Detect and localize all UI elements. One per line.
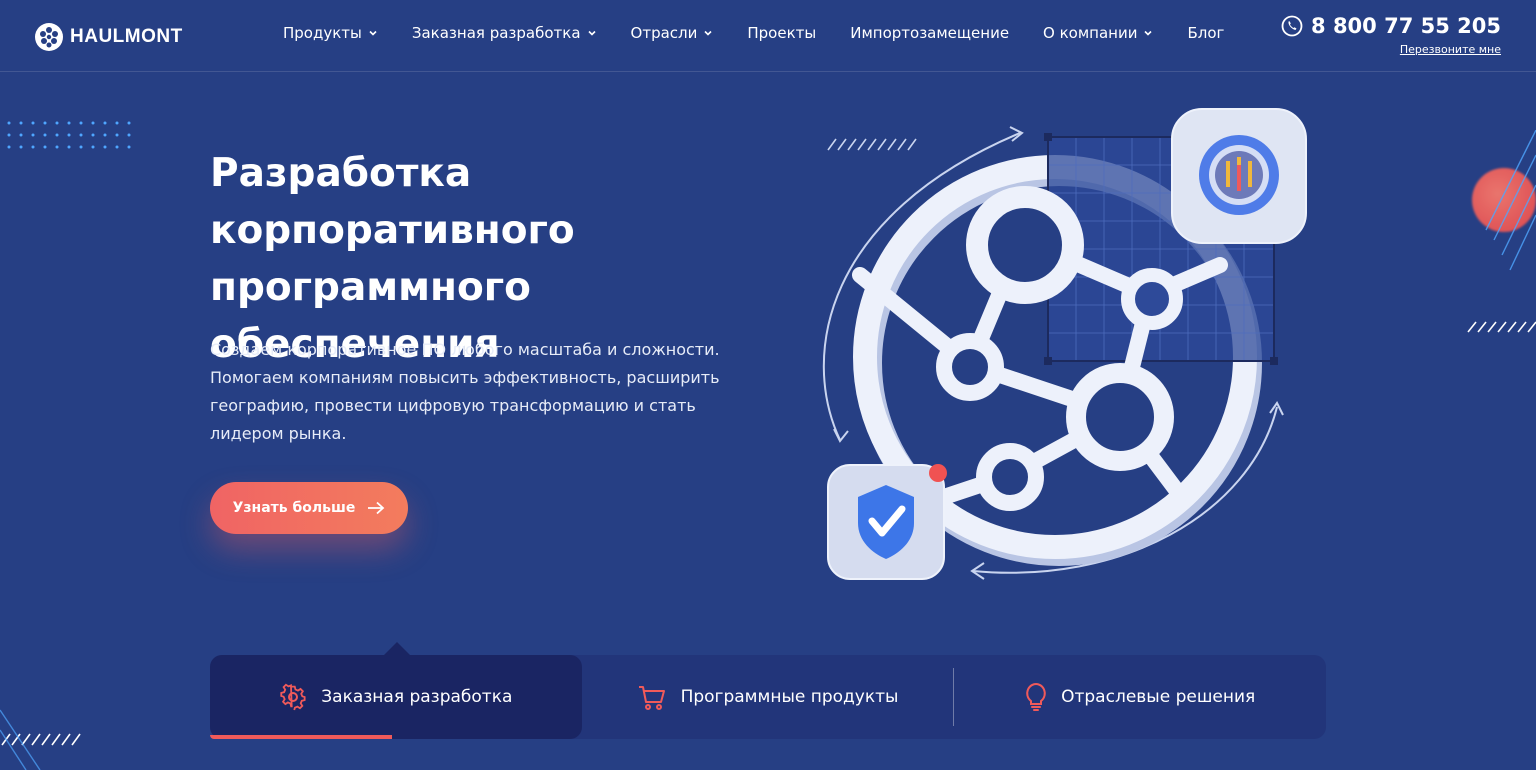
nav-item-custom-development[interactable]: Заказная разработка bbox=[412, 24, 597, 42]
nav-label: О компании bbox=[1043, 24, 1138, 42]
nav-label: Импортозамещение bbox=[850, 24, 1010, 42]
nav-item-projects[interactable]: Проекты bbox=[747, 24, 816, 42]
hero-title-line: Разработка bbox=[210, 151, 472, 196]
site-header: HAULMONT Продукты Заказная разработка От… bbox=[0, 0, 1536, 72]
hero-desc-line: Помогаем компаниям повысить эффективност… bbox=[210, 368, 720, 387]
tab-pointer bbox=[384, 642, 410, 655]
phone-link[interactable]: 8 800 77 55 205 bbox=[1281, 14, 1501, 38]
nav-item-industries[interactable]: Отрасли bbox=[631, 24, 714, 42]
tab-software-products[interactable]: Программные продукты bbox=[582, 655, 954, 739]
hero-description: Создаем корпоративное ПО любого масштаба… bbox=[210, 336, 750, 448]
hero-illustration bbox=[822, 108, 1307, 580]
phone-icon bbox=[1281, 15, 1303, 37]
hero-title-line: корпоративного bbox=[210, 208, 575, 253]
nav-item-blog[interactable]: Блог bbox=[1187, 24, 1224, 42]
chevron-down-icon bbox=[369, 30, 377, 36]
hero-desc-line: Создаем корпоративное ПО любого масштаба… bbox=[210, 340, 720, 359]
tab-custom-development[interactable]: Заказная разработка bbox=[210, 655, 582, 739]
tab-label: Отраслевые решения bbox=[1061, 687, 1256, 707]
nav-label: Отрасли bbox=[630, 24, 698, 42]
cart-icon bbox=[638, 686, 665, 710]
logo-icon bbox=[35, 23, 63, 51]
callback-link[interactable]: Перезвоните мне bbox=[1400, 43, 1501, 56]
nav-label: Блог bbox=[1187, 24, 1225, 42]
nav-label: Заказная разработка bbox=[411, 24, 581, 42]
chevron-down-icon bbox=[587, 30, 596, 36]
nav-item-import-substitution[interactable]: Импортозамещение bbox=[850, 24, 1009, 42]
stripes-decoration bbox=[0, 709, 81, 770]
nav-item-products[interactable]: Продукты bbox=[283, 24, 378, 42]
hero-desc-line: лидером рынка. bbox=[210, 424, 347, 443]
arrow-right-icon bbox=[368, 501, 385, 515]
nav-label: Проекты bbox=[747, 24, 817, 42]
logo[interactable]: HAULMONT bbox=[34, 22, 183, 52]
main-nav: Продукты Заказная разработка Отрасли Про… bbox=[283, 24, 1258, 42]
hero-desc-line: географию, провести цифровую трансформац… bbox=[210, 396, 696, 415]
logo-text: HAULMONT bbox=[70, 26, 183, 47]
nav-label: Продукты bbox=[283, 24, 362, 42]
phone-number: 8 800 77 55 205 bbox=[1311, 14, 1501, 38]
tab-industry-solutions[interactable]: Отраслевые решения bbox=[954, 655, 1326, 739]
tab-label: Программные продукты bbox=[680, 687, 899, 707]
nav-item-about[interactable]: О компании bbox=[1043, 24, 1153, 42]
chevron-down-icon bbox=[704, 30, 712, 36]
learn-more-label: Узнать больше bbox=[232, 500, 356, 516]
chevron-down-icon bbox=[1144, 30, 1153, 36]
stripes-decoration bbox=[1467, 130, 1536, 333]
solution-tabs: Заказная разработка Программные продукты… bbox=[210, 655, 1326, 739]
tab-label: Заказная разработка bbox=[321, 687, 513, 707]
dots-decoration bbox=[7, 121, 131, 149]
learn-more-button[interactable]: Узнать больше bbox=[210, 482, 408, 534]
contact-block: 8 800 77 55 205 Перезвоните мне bbox=[1281, 14, 1501, 57]
gear-icon bbox=[280, 683, 306, 711]
lightbulb-icon bbox=[1026, 682, 1046, 711]
